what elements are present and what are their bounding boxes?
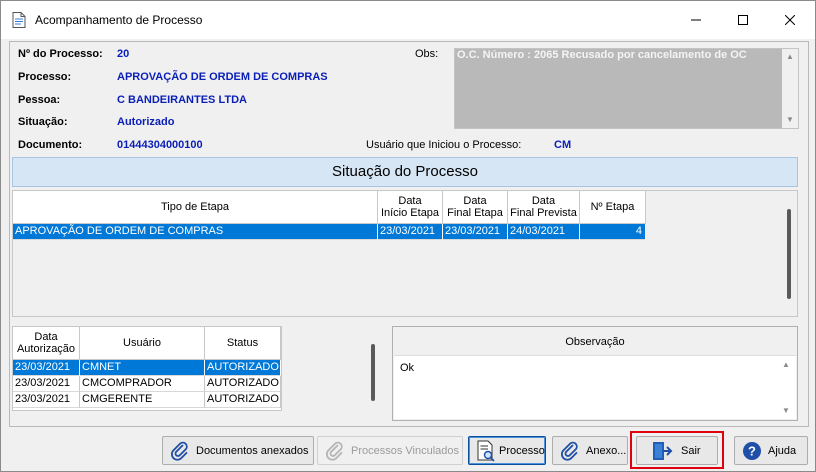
cell-usuario: CMCOMPRADOR: [80, 376, 205, 392]
close-button[interactable]: [767, 1, 813, 39]
help-icon: ?: [741, 440, 763, 462]
section-title: Situação do Processo: [12, 157, 798, 187]
observacao-title: Observação: [565, 336, 625, 348]
processo-button[interactable]: Processo: [468, 436, 546, 465]
col-status[interactable]: Status: [205, 327, 281, 360]
table-row[interactable]: 23/03/2021 CMNET AUTORIZADO: [13, 360, 281, 376]
table-row[interactable]: 23/03/2021 CMCOMPRADOR AUTORIZADO: [13, 376, 281, 392]
auth-grid[interactable]: Data Autorização Usuário Status 23/03/20…: [12, 326, 282, 411]
ajuda-button[interactable]: ? Ajuda: [734, 436, 808, 465]
situacao-label: Situação:: [18, 116, 68, 128]
documentos-anexados-button[interactable]: Documentos anexados: [162, 436, 314, 465]
observacao-textarea[interactable]: Ok ▲ ▼: [394, 355, 796, 419]
col-data-autorizacao[interactable]: Data Autorização: [13, 327, 80, 360]
paperclip-icon: [559, 440, 581, 462]
cell-final: 23/03/2021: [443, 224, 508, 240]
cell-status: AUTORIZADO: [205, 360, 281, 376]
obs-scrollbar[interactable]: ▲ ▼: [782, 49, 798, 128]
scroll-down-icon[interactable]: ▼: [786, 115, 794, 124]
col-data-final[interactable]: Data Final Etapa: [443, 191, 508, 224]
cell-prevista: 24/03/2021: [508, 224, 580, 240]
pessoa-label: Pessoa:: [18, 94, 61, 106]
anexo-button[interactable]: Anexo...: [552, 436, 628, 465]
vinculados-label: Processos Vinculados: [351, 444, 460, 457]
table-row[interactable]: APROVAÇÃO DE ORDEM DE COMPRAS 23/03/2021…: [13, 224, 646, 240]
observacao-text: Ok: [400, 362, 415, 374]
scroll-up-icon[interactable]: ▲: [786, 52, 794, 61]
anexo-label: Anexo...: [586, 444, 627, 457]
processo-label: Processo:: [18, 71, 72, 83]
stages-grid[interactable]: Tipo de Etapa Data Início Etapa Data Fin…: [12, 190, 798, 317]
documentos-label: Documentos anexados: [196, 444, 309, 457]
process-window: Acompanhamento de Processo Nº do Process…: [0, 0, 816, 472]
stages-scrollbar[interactable]: [787, 209, 791, 299]
cell-data: 23/03/2021: [13, 360, 80, 376]
minimize-button[interactable]: [673, 1, 719, 39]
situacao-value: Autorizado: [117, 116, 175, 128]
pessoa-value: C BANDEIRANTES LTDA: [117, 94, 247, 106]
obs-textarea[interactable]: O.C. Número : 2065 Recusado por cancelam…: [454, 48, 799, 129]
cell-status: AUTORIZADO: [205, 376, 281, 392]
close-icon: [785, 15, 795, 25]
obs-label: Obs:: [415, 48, 439, 60]
documento-value: 01444304000100: [117, 139, 203, 151]
col-data-prevista[interactable]: Data Final Prevista: [508, 191, 580, 224]
scroll-up-icon[interactable]: ▲: [782, 360, 790, 369]
title-bar: Acompanhamento de Processo: [1, 1, 815, 39]
col-usuario[interactable]: Usuário: [80, 327, 205, 360]
maximize-button[interactable]: [720, 1, 766, 39]
processo-label: Processo: [499, 444, 545, 457]
processos-vinculados-button[interactable]: Processos Vinculados: [317, 436, 463, 465]
sair-highlight-box: [630, 431, 724, 469]
documento-label: Documento:: [18, 139, 83, 151]
auth-scrollbar[interactable]: [371, 344, 375, 401]
ajuda-label: Ajuda: [768, 444, 797, 457]
processo-value: APROVAÇÃO DE ORDEM DE COMPRAS: [117, 71, 328, 83]
document-icon: [12, 12, 26, 28]
maximize-icon: [738, 15, 748, 25]
paperclip-icon: [169, 440, 191, 462]
table-row[interactable]: 23/03/2021 CMGERENTE AUTORIZADO: [13, 392, 281, 408]
cell-usuario: CMNET: [80, 360, 205, 376]
paperclip-icon: [324, 440, 346, 462]
cell-data: 23/03/2021: [13, 376, 80, 392]
observacao-panel: Observação Ok ▲ ▼: [392, 326, 798, 421]
svg-text:?: ?: [748, 443, 756, 458]
cell-status: AUTORIZADO: [205, 392, 281, 408]
usuario-label: Usuário que Iniciou o Processo:: [366, 139, 522, 151]
minimize-icon: [691, 19, 701, 21]
col-data-inicio[interactable]: Data Início Etapa: [378, 191, 443, 224]
document-search-icon: [475, 440, 497, 462]
numero-label: Nº do Processo:: [18, 48, 103, 60]
usuario-value: CM: [554, 139, 572, 151]
col-num-etapa[interactable]: Nº Etapa: [580, 191, 646, 224]
cell-inicio: 23/03/2021: [378, 224, 443, 240]
cell-data: 23/03/2021: [13, 392, 80, 408]
cell-tipo: APROVAÇÃO DE ORDEM DE COMPRAS: [13, 224, 378, 240]
cell-num: 4: [580, 224, 646, 240]
window-title: Acompanhamento de Processo: [35, 13, 203, 27]
numero-value: 20: [117, 48, 130, 60]
obs-text: O.C. Número : 2065 Recusado por cancelam…: [457, 49, 747, 61]
col-tipo-etapa[interactable]: Tipo de Etapa: [13, 191, 378, 224]
cell-usuario: CMGERENTE: [80, 392, 205, 408]
scroll-down-icon[interactable]: ▼: [782, 406, 790, 415]
